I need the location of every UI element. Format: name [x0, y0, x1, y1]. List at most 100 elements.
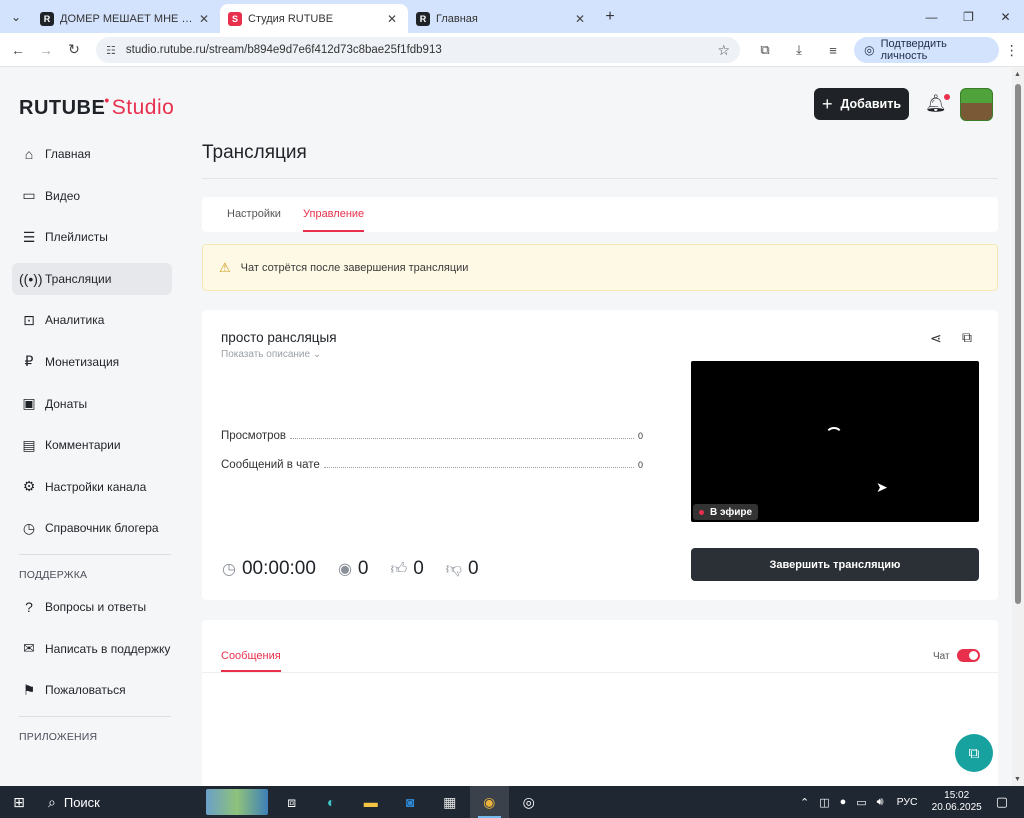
- sidebar-item-playlists[interactable]: ☰ Плейлисты: [12, 221, 172, 253]
- obs-icon[interactable]: ◎: [509, 786, 549, 818]
- minimize-icon[interactable]: —: [913, 0, 950, 33]
- close-tab-icon[interactable]: ✕: [572, 12, 588, 26]
- close-tab-icon[interactable]: ✕: [196, 12, 212, 26]
- shield-icon: ◎: [864, 43, 875, 57]
- warning-icon: ⚠: [219, 259, 231, 275]
- sidebar-item-contact-support[interactable]: ✉ Написать в поддержку: [12, 633, 172, 665]
- notification-center-icon[interactable]: ▢: [996, 794, 1008, 810]
- media-icon[interactable]: ≡: [816, 43, 850, 58]
- verify-identity-button[interactable]: ◎ Подтвердить личность: [854, 37, 1000, 63]
- close-window-icon[interactable]: ✕: [987, 0, 1024, 33]
- sidebar-item-label: Комментарии: [45, 438, 121, 453]
- sidebar-item-blogger-guide[interactable]: ◷ Справочник блогера: [12, 512, 172, 544]
- sidebar-item-donations[interactable]: ▣ Донаты: [12, 388, 172, 420]
- volume-icon[interactable]: 🔊︎: [877, 796, 884, 809]
- network-icon[interactable]: ▭: [856, 796, 866, 809]
- sidebar-item-comments[interactable]: ▤ Комментарии: [12, 429, 172, 461]
- sidebar-item-label: Монетизация: [45, 354, 120, 369]
- clock-icon: ◷: [222, 561, 236, 578]
- browser-tab-1[interactable]: R ДОМЕР МЕШАЕТ МНЕ СТРИМ ✕: [32, 4, 220, 33]
- site-info-icon[interactable]: ☷: [106, 44, 116, 57]
- tray-expand-icon[interactable]: ⌃: [800, 796, 809, 809]
- menu-icon[interactable]: ⋮: [999, 42, 1024, 59]
- taskbar-apps: ⧈ ◐ ▬ ◙ ▦ ◉ ◎: [272, 786, 549, 818]
- sidebar-item-report[interactable]: ⚑ Пожаловаться: [12, 674, 172, 706]
- notifications-bell-icon[interactable]: 🔔︎: [925, 94, 950, 114]
- wallet-icon: ▣: [22, 395, 36, 412]
- new-tab-icon[interactable]: +: [596, 8, 624, 26]
- home-icon: ⌂: [24, 146, 34, 162]
- stat-label: Сообщений в чате: [221, 459, 320, 471]
- stream-tabs: Настройки Управление: [202, 197, 998, 232]
- sidebar-item-analytics[interactable]: ⊡ Аналитика: [12, 304, 172, 336]
- clock-time: 15:02: [944, 790, 970, 801]
- browser-tab-3[interactable]: R Главная ✕: [408, 4, 596, 33]
- forward-icon[interactable]: →: [32, 42, 60, 58]
- likes-metric: 👍︎ 0: [390, 558, 423, 580]
- url-text[interactable]: studio.rutube.ru/stream/b894e9d7e6f412d7…: [126, 44, 718, 56]
- sidebar-item-video[interactable]: ▭ Видео: [12, 180, 172, 212]
- back-icon[interactable]: ←: [4, 42, 32, 58]
- rutube-favicon-icon: R: [416, 11, 430, 26]
- tab-search-icon[interactable]: ⌄: [0, 0, 32, 33]
- end-stream-button[interactable]: Завершить трансляцию: [691, 548, 979, 581]
- scrollbar-thumb[interactable]: [1015, 84, 1021, 604]
- address-bar[interactable]: ☷ studio.rutube.ru/stream/b894e9d7e6f412…: [96, 37, 740, 63]
- download-icon[interactable]: ⤓: [782, 42, 816, 58]
- page-scrollbar[interactable]: ▲ ▼: [1012, 68, 1024, 786]
- reload-icon[interactable]: ↻: [60, 41, 88, 58]
- browser-tab-2[interactable]: S Студия RUTUBE ✕: [220, 4, 408, 33]
- live-badge: В эфире: [693, 504, 759, 520]
- sidebar-item-monetization[interactable]: ₽ Монетизация: [12, 346, 172, 378]
- windows-start-icon[interactable]: ⊞: [0, 794, 38, 811]
- task-view-icon[interactable]: ⧈: [272, 786, 312, 818]
- sidebar-item-label: Трансляции: [45, 271, 112, 286]
- thumbs-down-icon: 👎︎: [445, 560, 463, 578]
- external-link-icon[interactable]: ⧉: [962, 329, 972, 346]
- edge-icon[interactable]: ◐: [312, 786, 352, 818]
- chat-toggle[interactable]: [957, 649, 980, 662]
- language-indicator[interactable]: РУС: [897, 796, 918, 808]
- scroll-down-icon[interactable]: ▼: [1014, 776, 1021, 783]
- apps-heading: ПРИЛОЖЕНИЯ: [19, 730, 98, 743]
- browser-toolbar: ← → ↻ ☷ studio.rutube.ru/stream/b894e9d7…: [0, 33, 1024, 67]
- camera-icon[interactable]: ◫: [819, 796, 829, 809]
- scroll-up-icon[interactable]: ▲: [1014, 71, 1021, 78]
- bookmark-star-icon[interactable]: ☆: [717, 42, 730, 59]
- sidebar-item-faq[interactable]: ? Вопросы и ответы: [12, 591, 172, 623]
- microphone-icon[interactable]: ●: [840, 796, 847, 808]
- stat-value: 0: [637, 460, 643, 470]
- duration-value: 00:00:00: [241, 558, 316, 579]
- window-controls: — ❐ ✕: [913, 0, 1024, 33]
- avatar[interactable]: [960, 88, 993, 121]
- store-icon[interactable]: ▦: [430, 786, 470, 818]
- video-player[interactable]: ➤ В эфире: [691, 361, 979, 522]
- tab-settings[interactable]: Настройки: [227, 208, 281, 220]
- restore-icon[interactable]: ❐: [950, 0, 987, 33]
- notification-badge: [943, 94, 950, 100]
- sidebar-item-home[interactable]: ⌂ Главная: [12, 138, 172, 170]
- close-tab-icon[interactable]: ✕: [384, 12, 400, 26]
- add-button[interactable]: + Добавить: [814, 88, 909, 120]
- file-explorer-icon[interactable]: ▬: [351, 786, 391, 818]
- show-description-toggle[interactable]: Показать описание ⌄: [221, 349, 321, 360]
- chrome-icon[interactable]: ◉: [469, 786, 509, 818]
- tab-title: ДОМЕР МЕШАЕТ МНЕ СТРИМ: [60, 12, 196, 25]
- question-icon: ?: [25, 598, 33, 615]
- tab-management[interactable]: Управление: [303, 208, 365, 232]
- sidebar-item-broadcasts[interactable]: ((•)) Трансляции: [12, 262, 172, 295]
- clock[interactable]: 15:02 20.06.2025: [932, 790, 982, 814]
- taskbar-search[interactable]: ⌕ Поиск: [38, 786, 268, 818]
- stat-chat-messages: Сообщений в чате 0: [221, 459, 643, 471]
- outlook-icon[interactable]: ◙: [391, 786, 431, 818]
- sidebar-item-channel-settings[interactable]: ⚙ Настройки канала: [12, 471, 172, 503]
- stat-views: Просмотров 0: [221, 430, 643, 442]
- book-icon: ◷: [22, 519, 36, 536]
- support-heading: ПОДДЕРЖКА: [19, 568, 88, 581]
- tab-messages[interactable]: Сообщения: [221, 650, 281, 672]
- settings-icon: ⚙: [22, 478, 36, 495]
- share-icon[interactable]: ⋖: [930, 330, 942, 347]
- extensions-icon[interactable]: ⧉: [748, 42, 782, 58]
- rutube-studio-logo[interactable]: RUTUBE • Studio: [19, 92, 174, 120]
- help-chat-button[interactable]: ⧉: [955, 734, 993, 772]
